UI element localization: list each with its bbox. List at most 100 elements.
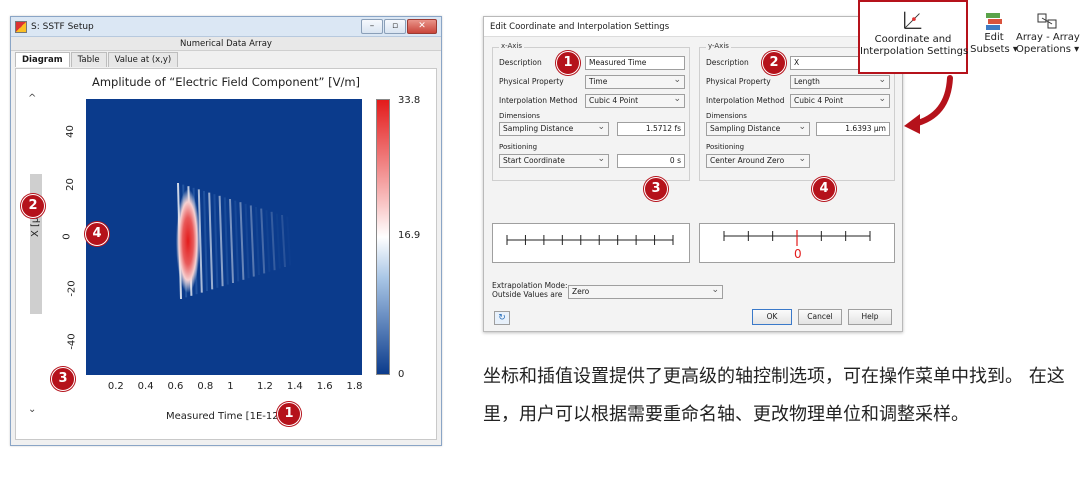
ok-button[interactable]: OK	[752, 309, 792, 325]
y-positioning-label: Positioning	[706, 143, 745, 151]
y-tick-label: -20	[66, 280, 78, 298]
x-tick-label: 0.4	[137, 381, 154, 392]
maximize-button[interactable]: ▫	[384, 19, 406, 34]
extrapolation-label: Extrapolation Mode: Outside Values are	[492, 281, 568, 299]
fringe-line	[255, 206, 260, 276]
dialog-badge-4: 4	[812, 177, 836, 201]
fringe-line	[281, 214, 286, 268]
y-tick-label: 40	[64, 125, 76, 138]
y-property-select[interactable]: Length	[790, 75, 890, 89]
x-axis-group: x-Axis Description Measured Time Physica…	[492, 42, 690, 181]
colorbar-mid: 16.9	[398, 230, 421, 241]
tab-table[interactable]: Table	[70, 52, 107, 67]
fringe-line	[244, 203, 250, 279]
x-property-select[interactable]: Time	[585, 75, 685, 89]
badge-4-zero: 4	[85, 222, 109, 246]
y-ruler-svg: 0	[723, 230, 871, 261]
description-text: 坐标和插值设置提供了更高级的轴控制选项，可在操作菜单中找到。 在这里，用户可以根…	[483, 366, 1065, 425]
badge-1-xlabel: 1	[277, 402, 301, 426]
fringe-line	[270, 211, 276, 271]
y-property-label: Physical Property	[706, 77, 771, 86]
scroll-up-icon[interactable]: ^	[28, 93, 36, 104]
x-tick-label: 0.6	[167, 381, 184, 392]
edit-subsets-icon	[986, 13, 1002, 30]
fringe-line	[239, 202, 245, 280]
help-button[interactable]: Help	[848, 309, 892, 325]
fringe-line	[286, 216, 292, 266]
array-operations-icon	[1037, 13, 1057, 29]
x-sampling-input[interactable]: 1.5712 fs	[617, 122, 685, 136]
dialog-badge-2: 2	[762, 51, 786, 75]
view-tabs: Diagram Table Value at (x,y)	[11, 51, 441, 67]
curved-arrow-icon	[904, 75, 953, 134]
array-operations-label: Array - Array Operations ▾	[1016, 32, 1080, 55]
x-interp-label: Interpolation Method	[499, 96, 578, 105]
x-description-input[interactable]: Measured Time	[585, 56, 685, 70]
y-tick-label: -40	[66, 333, 78, 350]
coordinate-settings-dialog: Edit Coordinate and Interpolation Settin…	[483, 16, 903, 332]
fringe-line	[223, 197, 229, 285]
x-property-label: Physical Property	[499, 77, 564, 86]
sstf-setup-window: S: SSTF Setup – ▫ ✕ Numerical Data Array…	[10, 16, 442, 446]
y-position-select[interactable]: Center Around Zero	[706, 154, 810, 168]
x-positioning-label: Positioning	[499, 143, 538, 151]
fringe-line	[260, 208, 266, 274]
badge-3-origin: 3	[51, 367, 75, 391]
dialog-badge-1: 1	[556, 51, 580, 75]
pulse-core	[176, 189, 200, 293]
x-interp-select[interactable]: Cubic 4 Point	[585, 94, 685, 108]
y-description-label: Description	[706, 58, 749, 67]
fringe-line	[208, 192, 214, 290]
heatmap-svg	[176, 182, 292, 300]
dialog-title: Edit Coordinate and Interpolation Settin…	[484, 17, 902, 37]
y-axis-ruler: 0	[699, 223, 895, 263]
array-operations-ribbon-button[interactable]: Array - Array Operations ▾	[1016, 10, 1080, 56]
diagram-area: Amplitude of “Electric Field Component” …	[15, 68, 437, 440]
x-ruler-svg	[506, 235, 674, 245]
colorbar	[376, 99, 390, 375]
x-tick-label: 1.8	[346, 381, 363, 392]
tab-diagram[interactable]: Diagram	[15, 52, 70, 67]
dialog-help-icon[interactable]: ↻	[494, 311, 510, 325]
y-interp-select[interactable]: Cubic 4 Point	[790, 94, 890, 108]
heatmap-plot[interactable]	[86, 99, 362, 375]
minimize-button[interactable]: –	[361, 19, 383, 34]
fringe-line	[218, 195, 224, 287]
coordinate-settings-label: Coordinate and Interpolation Settings	[860, 34, 969, 57]
fringe-line	[265, 210, 271, 272]
window-titlebar[interactable]: S: SSTF Setup – ▫ ✕	[11, 17, 441, 37]
x-tick-label: 0.2	[107, 381, 124, 392]
ruler-zero-label: 0	[794, 247, 802, 261]
edit-subsets-ribbon-button[interactable]: Edit Subsets ▾	[970, 10, 1018, 56]
cancel-button[interactable]: Cancel	[798, 309, 842, 325]
fringe-line	[249, 205, 255, 277]
fringe-line	[275, 213, 281, 269]
x-dimensions-label: Dimensions	[499, 112, 540, 120]
dialog-badge-3: 3	[644, 177, 668, 201]
x-sampling-select[interactable]: Sampling Distance	[499, 122, 609, 136]
edit-subsets-label: Edit Subsets ▾	[970, 32, 1018, 55]
fringe-line	[229, 198, 234, 284]
x-description-label: Description	[499, 58, 542, 67]
x-tick-label: 1	[227, 381, 234, 392]
extrapolation-select[interactable]: Zero	[568, 285, 723, 299]
x-tick-label: 0.8	[197, 381, 214, 392]
x-axis-label: Measured Time [1E-12 s]	[166, 411, 291, 422]
y-tick-label: 20	[64, 177, 76, 191]
x-position-input[interactable]: 0 s	[617, 154, 685, 168]
window-title: S: SSTF Setup	[31, 21, 94, 32]
x-tick-label: 1.4	[286, 381, 303, 392]
colorbar-max: 33.8	[398, 95, 421, 106]
x-position-select[interactable]: Start Coordinate	[499, 154, 609, 168]
badge-2-scroll: 2	[21, 194, 45, 218]
scroll-down-icon[interactable]: ⌄	[28, 404, 36, 415]
coordinate-axes-icon	[904, 11, 922, 29]
y-tick-label: 0	[61, 233, 73, 240]
y-sampling-input[interactable]: 1.6393 μm	[816, 122, 890, 136]
x-axis-ruler	[492, 223, 690, 263]
coordinate-settings-ribbon-button[interactable]: Coordinate and Interpolation Settings	[858, 0, 968, 74]
close-button[interactable]: ✕	[407, 19, 437, 34]
y-sampling-select[interactable]: Sampling Distance	[706, 122, 810, 136]
tab-value-at-xy[interactable]: Value at (x,y)	[107, 52, 179, 67]
window-subtitle: Numerical Data Array	[11, 37, 441, 51]
